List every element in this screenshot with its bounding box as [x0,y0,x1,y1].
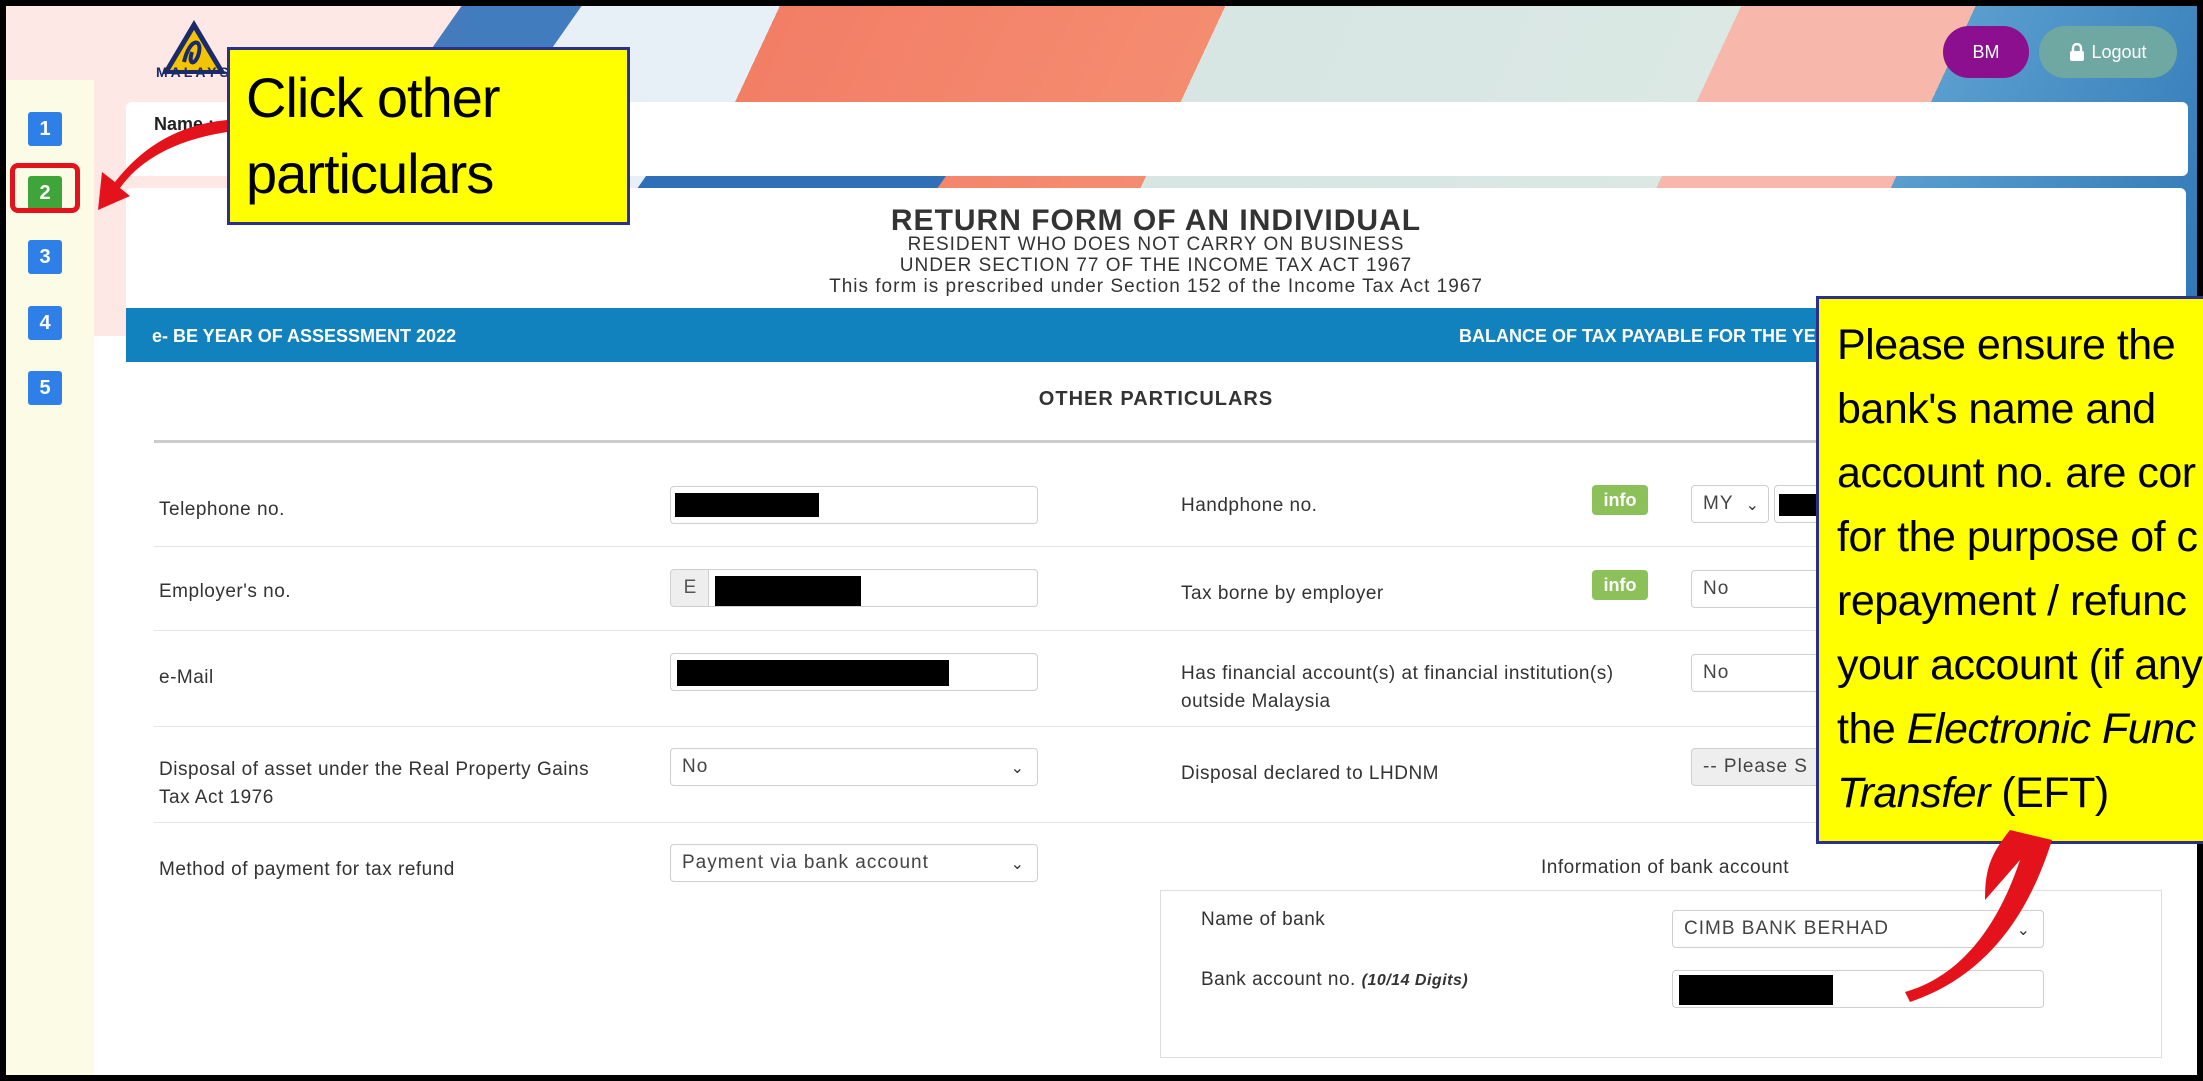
form-subtitle: UNDER SECTION 77 OF THE INCOME TAX ACT 1… [899,255,1413,276]
bank-name-label: Name of bank [1201,909,1326,930]
employer-number-label: Employer's no. [159,581,292,602]
callout-line: your account (if any [1837,641,2203,689]
payment-method-value: Payment via bank account [682,852,929,873]
callout-line: Please ensure the [1837,321,2176,369]
callout-line: repayment / refunc [1837,577,2187,625]
tax-borne-info-button[interactable]: info [1592,570,1648,600]
callout-line: particulars [246,142,494,205]
redacted-value [1679,975,1833,1005]
callout-text: (EFT) [1989,769,2109,817]
step-3-button[interactable]: 3 [28,240,62,274]
foreign-account-label-line: outside Malaysia [1181,691,1331,712]
callout-line: Transfer (EFT) [1837,761,2185,825]
step-highlight-box [10,163,80,213]
callout-line: Click other [246,66,501,129]
bank-account-label: Bank account no. (10/14 Digits) [1201,966,1468,995]
lhdn-logo-icon [162,20,226,74]
step-sidebar [6,80,94,1075]
bank-account-label-text: Bank account no. [1201,969,1356,990]
rpgt-select-value: No [682,756,709,777]
assessment-year-label: e- BE YEAR OF ASSESSMENT 2022 [152,326,457,346]
bank-info-heading: Information of bank account [1541,857,1789,878]
callout-text: Transfer [1837,769,1990,817]
employer-number-input[interactable] [708,569,1038,607]
callout-click-other-particulars: Click other particulars [227,47,630,225]
foreign-account-label: Has financial account(s) at financial in… [1181,660,1614,716]
rpgt-select[interactable]: No ⌄ [670,748,1038,786]
redacted-value [715,576,861,606]
callout-line: for the purpose of c [1837,513,2198,561]
chevron-down-icon: ⌄ [1010,760,1025,777]
email-input[interactable] [670,653,1038,691]
telephone-label: Telephone no. [159,499,285,520]
bank-name-value: CIMB BANK BERHAD [1684,918,1889,939]
bank-name-select[interactable]: CIMB BANK BERHAD ⌄ [1672,910,2044,948]
rpgt-label-line: Disposal of asset under the Real Propert… [159,759,590,780]
name-label: Name : [154,114,215,134]
language-bm-button[interactable]: BM [1943,26,2029,78]
balance-payable-label: BALANCE OF TAX PAYABLE FOR THE YE [1459,326,1816,346]
rpgt-label-line: Tax Act 1976 [159,787,274,808]
callout-bank-details: Please ensure the bank's name and accoun… [1816,296,2203,844]
handphone-label: Handphone no. [1181,495,1318,516]
step-4-button[interactable]: 4 [28,306,62,340]
step-1-button[interactable]: 1 [28,112,62,146]
chevron-down-icon: ⌄ [1745,497,1760,514]
callout-line: account no. are cor [1837,449,2196,497]
bank-account-input[interactable] [1672,970,2044,1008]
logout-label: Logout [2091,41,2147,62]
form-subtitle: This form is prescribed under Section 15… [829,276,1483,297]
redacted-value [677,660,949,686]
callout-text: the [1837,705,1907,753]
foreign-account-label-line: Has financial account(s) at financial in… [1181,663,1614,684]
redacted-value [675,493,819,517]
callout-line: bank's name and [1837,385,2156,433]
country-code-value: MY [1703,493,1734,514]
employer-prefix: E [670,569,710,607]
callout-text: Electronic Func [1906,705,2196,753]
chevron-down-icon: ⌄ [1010,856,1025,873]
payment-method-label: Method of payment for tax refund [159,859,455,880]
bank-account-hint: (10/14 Digits) [1361,972,1469,989]
telephone-input[interactable] [670,486,1038,524]
callout-line: the Electronic Func [1837,697,2196,761]
email-label: e-Mail [159,667,214,688]
tax-borne-label: Tax borne by employer [1181,583,1384,604]
payment-method-select[interactable]: Payment via bank account ⌄ [670,844,1038,882]
handphone-info-button[interactable]: info [1592,485,1648,515]
country-code-select[interactable]: MY ⌄ [1691,485,1769,523]
rpgt-label: Disposal of asset under the Real Propert… [159,756,589,812]
form-subtitle: RESIDENT WHO DOES NOT CARRY ON BUSINESS [907,234,1405,255]
logout-button[interactable]: Logout [2039,26,2177,78]
step-5-button[interactable]: 5 [28,371,62,405]
disposal-declared-label: Disposal declared to LHDNM [1181,763,1439,784]
lock-icon [2070,43,2085,61]
chevron-down-icon: ⌄ [2016,922,2031,939]
